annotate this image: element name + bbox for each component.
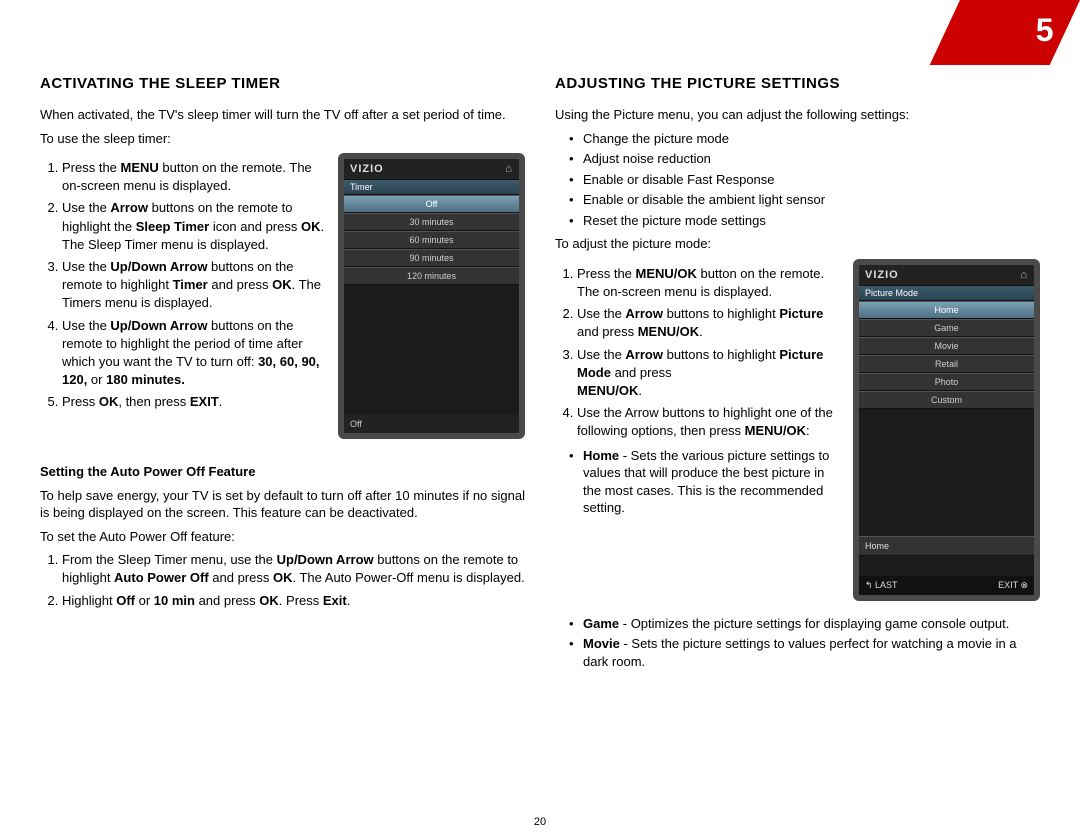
list-item: Game - Optimizes the picture settings fo…: [583, 615, 1040, 633]
list-item: Enable or disable the ambient light sens…: [583, 191, 1040, 209]
picture-options-cont: Game - Optimizes the picture settings fo…: [555, 615, 1040, 671]
heading-sleep-timer: ACTIVATING THE SLEEP TIMER: [40, 75, 525, 92]
menu-row: Home: [859, 301, 1034, 319]
list-item: Use the Up/Down Arrow buttons on the rem…: [62, 258, 328, 313]
phone-section: Timer: [344, 179, 519, 195]
list-item: Reset the picture mode settings: [583, 212, 1040, 230]
subheading-auto-power: Setting the Auto Power Off Feature: [40, 463, 525, 481]
page-number: 20: [534, 816, 546, 828]
list-item: Enable or disable Fast Response: [583, 171, 1040, 189]
sleep-timer-steps: Press the MENU button on the remote. The…: [40, 159, 328, 411]
picture-lead: To adjust the picture mode:: [555, 235, 1040, 253]
menu-row: Retail: [859, 355, 1034, 373]
list-item: Use the Up/Down Arrow buttons on the rem…: [62, 317, 328, 390]
list-item: Movie - Sets the picture settings to val…: [583, 635, 1040, 670]
home-icon: ⌂: [1020, 269, 1028, 281]
picture-mode-screenshot: VIZIO ⌂ Picture Mode Home Game Movie Ret…: [853, 259, 1040, 601]
footer-last: ↰ LAST: [865, 580, 898, 591]
chapter-tab: 5: [930, 0, 1080, 65]
sleep-timer-screenshot: VIZIO ⌂ Timer Off 30 minutes 60 minutes …: [338, 153, 525, 439]
picture-steps: Press the MENU/OK button on the remote. …: [555, 265, 843, 441]
chapter-number: 5: [949, 0, 1069, 49]
list-item: Highlight Off or 10 min and press OK. Pr…: [62, 592, 525, 610]
list-item: Adjust noise reduction: [583, 150, 1040, 168]
menu-row: Custom: [859, 391, 1034, 409]
list-item: Change the picture mode: [583, 130, 1040, 148]
menu-row: Game: [859, 319, 1034, 337]
menu-row: Photo: [859, 373, 1034, 391]
menu-row: 30 minutes: [344, 213, 519, 231]
menu-row: 60 minutes: [344, 231, 519, 249]
list-item: From the Sleep Timer menu, use the Up/Do…: [62, 551, 525, 587]
phone-brand: VIZIO: [350, 163, 384, 175]
list-item: Use the Arrow buttons to highlight one o…: [577, 404, 843, 440]
menu-row: Off: [344, 195, 519, 213]
picture-intro: Using the Picture menu, you can adjust t…: [555, 106, 1040, 124]
list-item: Use the Arrow buttons to highlight Pictu…: [577, 346, 843, 401]
list-item: Home - Sets the various picture settings…: [583, 447, 843, 517]
list-item: Press the MENU button on the remote. The…: [62, 159, 328, 195]
right-column: ADJUSTING THE PICTURE SETTINGS Using the…: [555, 75, 1040, 674]
left-column: ACTIVATING THE SLEEP TIMER When activate…: [40, 75, 525, 674]
phone-value: Home: [859, 536, 1034, 556]
auto-power-lead: To set the Auto Power Off feature:: [40, 528, 525, 546]
picture-bullets: Change the picture mode Adjust noise red…: [555, 130, 1040, 230]
picture-options: Home - Sets the various picture settings…: [555, 447, 843, 517]
list-item: Use the Arrow buttons to highlight Pictu…: [577, 305, 843, 341]
intro-text: When activated, the TV's sleep timer wil…: [40, 106, 525, 124]
phone-section: Picture Mode: [859, 285, 1034, 301]
home-icon: ⌂: [505, 163, 513, 175]
lead-text: To use the sleep timer:: [40, 130, 525, 148]
list-item: Use the Arrow buttons on the remote to h…: [62, 199, 328, 254]
footer-exit: EXIT ⊗: [998, 580, 1028, 591]
auto-power-steps: From the Sleep Timer menu, use the Up/Do…: [40, 551, 525, 610]
menu-row: 120 minutes: [344, 267, 519, 285]
heading-picture-settings: ADJUSTING THE PICTURE SETTINGS: [555, 75, 1040, 92]
phone-brand: VIZIO: [865, 269, 899, 281]
auto-power-intro: To help save energy, your TV is set by d…: [40, 487, 525, 522]
list-item: Press the MENU/OK button on the remote. …: [577, 265, 843, 301]
menu-row: Movie: [859, 337, 1034, 355]
list-item: Press OK, then press EXIT.: [62, 393, 328, 411]
menu-row: 90 minutes: [344, 249, 519, 267]
phone-status: Off: [344, 415, 519, 433]
